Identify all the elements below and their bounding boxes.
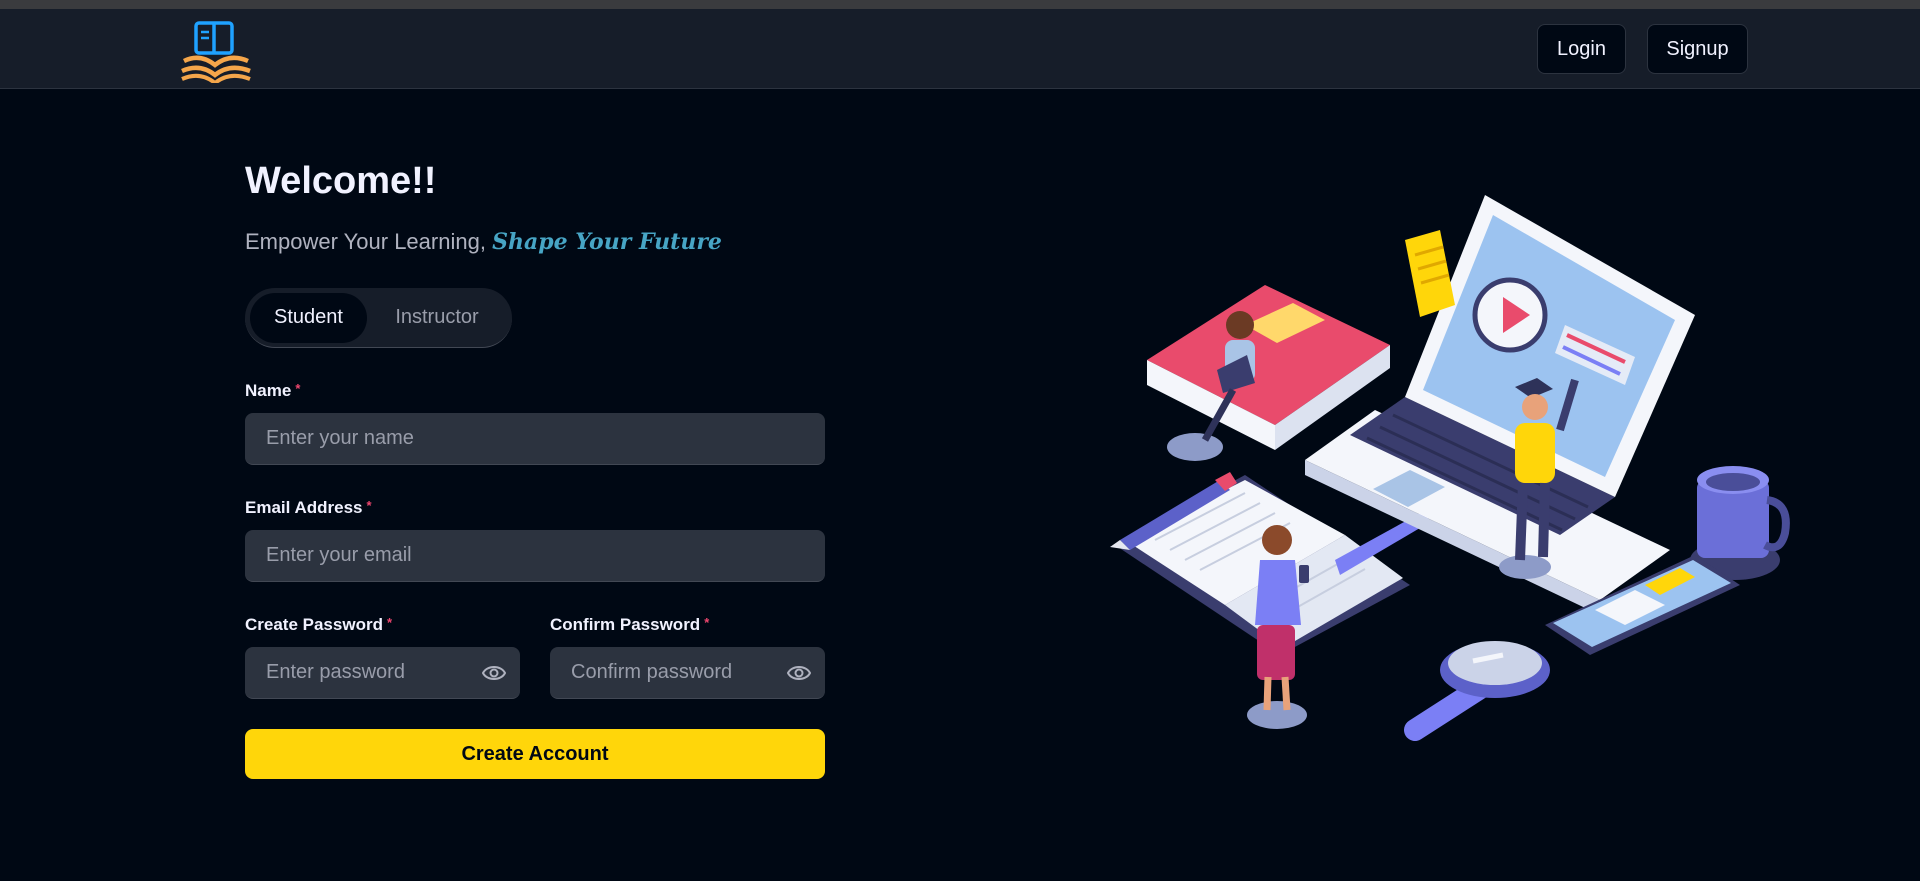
email-input[interactable] xyxy=(266,544,825,567)
open-book-logo-icon xyxy=(181,21,251,86)
create-password-field[interactable] xyxy=(245,647,520,699)
signup-button[interactable]: Signup xyxy=(1647,24,1748,74)
login-button[interactable]: Login xyxy=(1537,24,1626,74)
create-password-label-text: Create Password xyxy=(245,615,383,634)
create-account-button[interactable]: Create Account xyxy=(245,729,825,779)
name-label-text: Name xyxy=(245,381,292,400)
navbar: Login Signup xyxy=(0,9,1920,89)
browser-top-strip xyxy=(0,0,1920,9)
online-learning-illustration xyxy=(1110,195,1790,741)
eye-icon[interactable] xyxy=(787,662,811,684)
required-marker: * xyxy=(704,615,710,630)
tab-student[interactable]: Student xyxy=(250,292,367,343)
name-label: Name * xyxy=(245,381,300,401)
confirm-password-input[interactable] xyxy=(571,661,771,684)
page-subtitle: Empower Your Learning, Shape Your Future xyxy=(245,229,722,255)
name-input[interactable] xyxy=(266,427,825,450)
site-logo[interactable] xyxy=(180,21,252,86)
confirm-password-label: Confirm Password * xyxy=(550,615,709,635)
role-toggle: Student Instructor xyxy=(245,288,512,348)
subtitle-text: Empower Your Learning, xyxy=(245,229,486,254)
confirm-password-label-text: Confirm Password xyxy=(550,615,701,634)
required-marker: * xyxy=(386,615,393,630)
page-title: Welcome!! xyxy=(245,160,437,202)
confirm-password-field[interactable] xyxy=(550,647,825,699)
name-field[interactable] xyxy=(245,413,825,465)
required-marker: * xyxy=(295,381,301,396)
email-label: Email Address * xyxy=(245,498,372,518)
required-marker: * xyxy=(366,498,372,513)
create-password-input[interactable] xyxy=(266,661,466,684)
subtitle-highlight: Shape Your Future xyxy=(492,229,722,255)
email-label-text: Email Address xyxy=(245,498,363,517)
eye-icon[interactable] xyxy=(482,662,506,684)
create-password-label: Create Password * xyxy=(245,615,392,635)
email-field[interactable] xyxy=(245,530,825,582)
tab-instructor[interactable]: Instructor xyxy=(367,293,507,343)
